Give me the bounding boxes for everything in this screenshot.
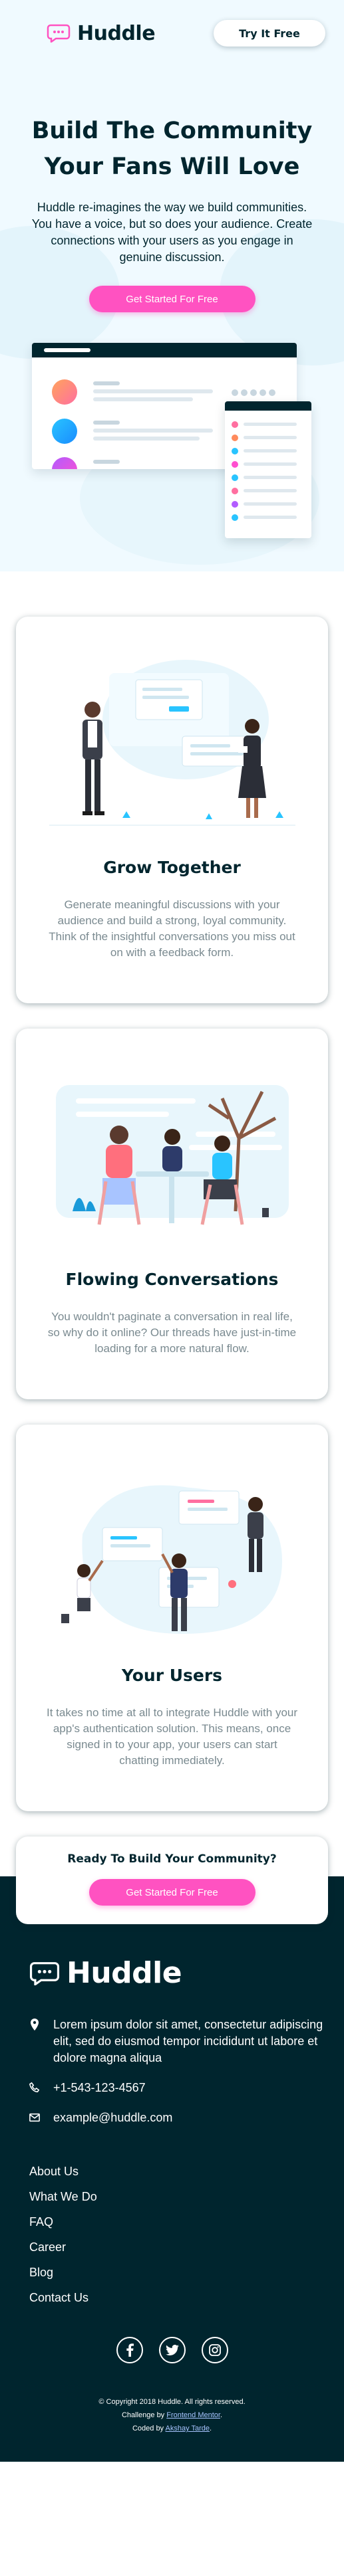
footer-link-career[interactable]: Career [29,2240,344,2254]
ready-cta-box: Ready To Build Your Community? Get Start… [16,1836,328,1924]
feature-title: Grow Together [103,858,241,877]
location-pin-icon [31,2019,39,2031]
footer-link-what-we-do[interactable]: What We Do [29,2190,344,2204]
features-section: Grow Together Generate meaningful discus… [0,571,344,1924]
social-links [29,2337,315,2363]
try-it-free-button[interactable]: Try It Free [214,20,325,47]
phone-icon [29,2082,40,2093]
coded-prefix: Coded by [132,2425,164,2432]
hero-title-line1: Build The Community [31,118,313,144]
feature-description: It takes no time at all to integrate Hud… [46,1706,298,1767]
hero-description: Huddle re-imagines the way we build comm… [31,201,313,264]
twitter-icon [165,2345,179,2355]
address-text: Lorem ipsum dolor sit amet, consectetur … [53,2018,323,2064]
flowing-conversations-illustration [55,1085,289,1225]
get-started-button-bottom[interactable]: Get Started For Free [88,1879,256,1906]
phone-row: +1-543-123-4567 [29,2080,344,2096]
phone-text[interactable]: +1-543-123-4567 [53,2080,146,2096]
chat-bubble-icon [29,1961,60,1985]
footer-link-faq[interactable]: FAQ [29,2215,344,2229]
email-row: example@huddle.com [29,2110,344,2126]
footer-logo[interactable]: Huddle [29,1956,344,1990]
footer-link-contact-us[interactable]: Contact Us [29,2291,344,2305]
feature-description: You wouldn't paginate a conversation in … [47,1310,297,1355]
footer-link-blog[interactable]: Blog [29,2266,344,2280]
site-header: Huddle Try It Free [0,0,344,66]
hero-title: Build The Community Your Fans Will Love [0,113,344,185]
feature-title: Flowing Conversations [65,1270,279,1289]
feature-card-flowing-conversations: Flowing Conversations You wouldn't pagin… [16,1029,328,1399]
author-link[interactable]: Akshay Tarde [166,2425,210,2432]
frontend-mentor-link[interactable]: Frontend Mentor [166,2411,220,2419]
email-text[interactable]: example@huddle.com [53,2110,172,2126]
ready-title: Ready To Build Your Community? [67,1852,277,1866]
feature-card-grow-together: Grow Together Generate meaningful discus… [16,617,328,1003]
attribution: © Copyright 2018 Huddle. All rights rese… [29,2395,315,2435]
get-started-button[interactable]: Get Started For Free [88,286,256,312]
your-users-illustration [61,1485,282,1634]
twitter-link[interactable] [158,2337,186,2363]
feature-title: Your Users [121,1666,223,1685]
logo[interactable]: Huddle [47,21,156,45]
footer-logo-text: Huddle [67,1956,182,1990]
hero-title-line2: Your Fans Will Love [44,153,300,180]
address-row: Lorem ipsum dolor sit amet, consectetur … [29,2017,344,2066]
instagram-link[interactable] [201,2337,228,2363]
challenge-prefix: Challenge by [121,2411,165,2419]
site-footer: Huddle Lorem ipsum dolor sit amet, conse… [0,1876,344,2462]
mail-icon [29,2113,40,2122]
chat-bubble-icon [47,24,71,43]
challenge-line: Challenge by Frontend Mentor. [121,2411,223,2419]
footer-link-about-us[interactable]: About Us [29,2165,344,2179]
phone-mockup [225,401,311,538]
instagram-icon [208,2344,221,2356]
grow-together-illustration [49,660,295,826]
app-mockup-illustration [32,343,338,542]
hero-section: Huddle Try It Free Build The Community Y… [0,0,344,571]
feature-card-your-users: Your Users It takes no time at all to in… [16,1425,328,1811]
logo-text: Huddle [77,21,156,45]
contact-info: Lorem ipsum dolor sit amet, consectetur … [29,2017,344,2126]
coded-by-line: Coded by Akshay Tarde. [132,2425,212,2432]
copyright-text: © Copyright 2018 Huddle. All rights rese… [98,2398,246,2406]
feature-description: Generate meaningful discussions with you… [49,898,295,959]
footer-links: About Us What We Do FAQ Career Blog Cont… [29,2165,344,2305]
facebook-icon [126,2343,134,2357]
facebook-link[interactable] [116,2337,143,2363]
